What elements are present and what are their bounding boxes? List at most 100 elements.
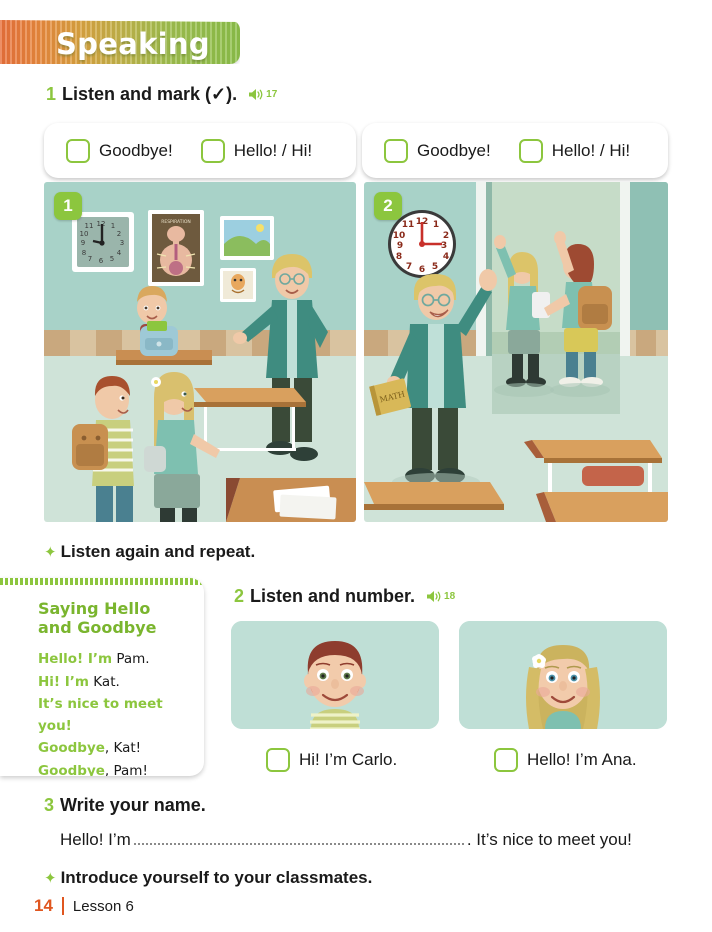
checkbox-goodbye-1[interactable] bbox=[66, 138, 90, 163]
exercise-2-instruction: Listen and number. bbox=[250, 586, 416, 606]
illustration-panel-2: 12 3 6 9 11 1 2 4 5 7 8 10 bbox=[364, 182, 668, 522]
answer-card-panel-2: Goodbye! Hello! / Hi! bbox=[362, 123, 668, 178]
checkbox-group-goodbye-1[interactable]: Goodbye! bbox=[66, 138, 173, 163]
svg-text:10: 10 bbox=[80, 230, 89, 238]
svg-text:10: 10 bbox=[393, 231, 406, 241]
page-title: Speaking bbox=[56, 27, 210, 61]
exercise-1-instruction: Listen and mark (✓). bbox=[62, 84, 238, 104]
speaker-icon bbox=[249, 89, 263, 100]
svg-text:3: 3 bbox=[120, 239, 124, 247]
write-suffix: . It’s nice to meet you! bbox=[466, 830, 632, 849]
svg-text:4: 4 bbox=[117, 249, 122, 257]
page-header-banner: Speaking bbox=[0, 20, 240, 64]
speaker-icon bbox=[427, 591, 441, 602]
checkbox-label-goodbye-2: Goodbye! bbox=[417, 140, 491, 160]
sidebar-phrase-5-green: Goodbye bbox=[38, 762, 105, 776]
exercise-1-heading: 1 Listen and mark (✓). 17 bbox=[46, 84, 277, 105]
svg-text:8: 8 bbox=[82, 249, 86, 257]
page-footer: 14 Lesson 6 bbox=[34, 896, 134, 916]
checkbox-label-carlo: Hi! I’m Carlo. bbox=[299, 750, 398, 769]
checkbox-group-goodbye-2[interactable]: Goodbye! bbox=[384, 138, 491, 163]
portrait-card-carlo bbox=[231, 621, 439, 729]
checkbox-carlo[interactable] bbox=[266, 748, 290, 772]
svg-text:11: 11 bbox=[402, 220, 415, 230]
footer-divider bbox=[61, 897, 64, 915]
svg-text:RESPIRATION: RESPIRATION bbox=[161, 219, 191, 225]
closing-instruction-text: Introduce yourself to your classmates. bbox=[60, 868, 373, 887]
sidebar-phrase-2: Hi! I’m Kat. bbox=[38, 671, 186, 693]
svg-text:5: 5 bbox=[110, 255, 114, 263]
exercise-3-instruction: Write your name. bbox=[60, 795, 206, 815]
svg-text:2: 2 bbox=[443, 231, 449, 241]
exercise-3-heading: 3 Write your name. bbox=[44, 795, 206, 816]
listen-again-instruction: ✦ Listen again and repeat. bbox=[44, 542, 255, 562]
panel-2-scene: 12 3 6 9 11 1 2 4 5 7 8 10 bbox=[364, 182, 668, 522]
exercise-1-number: 1 bbox=[46, 84, 57, 104]
audio-track-number: 18 bbox=[444, 591, 456, 602]
carlo-portrait bbox=[231, 621, 439, 729]
svg-text:6: 6 bbox=[99, 257, 104, 265]
sidebar-phrase-5: Goodbye, Pam! bbox=[38, 760, 186, 776]
sidebar-phrase-4-green: Goodbye bbox=[38, 740, 105, 757]
page-number: 14 bbox=[34, 896, 53, 915]
checkbox-label-hello-1: Hello! / Hi! bbox=[233, 140, 313, 160]
panel-1-scene: 12 3 6 9 11 1 2 4 5 7 8 10 RESPIRATION bbox=[44, 182, 356, 522]
checkbox-hello-1[interactable] bbox=[200, 138, 225, 163]
svg-text:3: 3 bbox=[441, 241, 447, 251]
svg-text:1: 1 bbox=[433, 220, 439, 230]
svg-text:9: 9 bbox=[397, 241, 403, 251]
panel-2-badge: 2 bbox=[374, 192, 402, 220]
portrait-card-ana bbox=[459, 621, 667, 729]
checkbox-label-goodbye-1: Goodbye! bbox=[99, 140, 173, 160]
star-bullet-icon: ✦ bbox=[44, 543, 57, 561]
svg-text:11: 11 bbox=[85, 222, 94, 230]
audio-cue-17[interactable]: 17 bbox=[248, 87, 277, 102]
sidebar-top-stripe bbox=[0, 578, 204, 585]
sidebar-phrase-1: Hello! I’m Pam. bbox=[38, 648, 186, 670]
svg-text:4: 4 bbox=[443, 252, 449, 262]
ana-portrait bbox=[459, 621, 667, 729]
sidebar-phrase-1-green: Hello! I’m bbox=[38, 651, 113, 668]
sidebar-phrase-2-black: Kat. bbox=[89, 673, 120, 690]
sidebar-phrase-2-green: Hi! I’m bbox=[38, 673, 90, 690]
sidebar-phrase-5-black: , Pam! bbox=[104, 762, 148, 776]
closing-instruction: ✦ Introduce yourself to your classmates. bbox=[44, 868, 372, 888]
checkbox-group-hello-1[interactable]: Hello! / Hi! bbox=[200, 138, 313, 163]
exercise-2-number: 2 bbox=[234, 586, 245, 606]
sidebar-title: Saying Hello and Goodbye bbox=[38, 599, 157, 638]
illustration-panel-1: 12 3 6 9 11 1 2 4 5 7 8 10 RESPIRATION bbox=[44, 182, 356, 522]
svg-text:8: 8 bbox=[396, 252, 402, 262]
language-reference-box: Saying Hello and Goodbye Hello! I’m Pam.… bbox=[0, 578, 204, 776]
star-bullet-icon: ✦ bbox=[44, 869, 57, 887]
write-your-name-row: Hello! I’m . It’s nice to meet you! bbox=[60, 830, 680, 850]
answer-row-ana[interactable]: Hello! I’m Ana. bbox=[494, 748, 637, 772]
svg-text:1: 1 bbox=[111, 222, 115, 230]
checkbox-group-hello-2[interactable]: Hello! / Hi! bbox=[518, 138, 631, 163]
answer-row-carlo[interactable]: Hi! I’m Carlo. bbox=[266, 748, 397, 772]
sidebar-phrase-3: It’s nice to meet you! bbox=[38, 693, 186, 738]
exercise-3-number: 3 bbox=[44, 795, 55, 815]
write-prefix: Hello! I’m bbox=[60, 830, 131, 849]
svg-text:7: 7 bbox=[88, 255, 92, 263]
sidebar-phrase-4: Goodbye, Kat! bbox=[38, 737, 186, 759]
lesson-label: Lesson 6 bbox=[72, 897, 134, 915]
checkbox-label-ana: Hello! I’m Ana. bbox=[527, 750, 637, 769]
exercise-2-heading: 2 Listen and number. 18 bbox=[234, 586, 455, 607]
sidebar-phrase-4-black: , Kat! bbox=[104, 740, 142, 757]
svg-text:6: 6 bbox=[419, 265, 425, 275]
audio-track-number: 17 bbox=[266, 89, 278, 100]
checkbox-ana[interactable] bbox=[494, 748, 518, 772]
panel-1-badge: 1 bbox=[54, 192, 82, 220]
sidebar-phrase-1-black: Pam. bbox=[112, 651, 150, 668]
svg-text:5: 5 bbox=[432, 262, 438, 272]
listen-again-text: Listen again and repeat. bbox=[60, 542, 256, 561]
checkbox-hello-2[interactable] bbox=[518, 138, 543, 163]
name-blank-input[interactable] bbox=[133, 843, 464, 845]
svg-text:2: 2 bbox=[117, 230, 121, 238]
svg-text:9: 9 bbox=[81, 239, 85, 247]
sidebar-phrase-3-green: It’s nice to meet you! bbox=[38, 695, 163, 735]
checkbox-goodbye-2[interactable] bbox=[384, 138, 408, 163]
audio-cue-18[interactable]: 18 bbox=[426, 589, 455, 604]
checkbox-label-hello-2: Hello! / Hi! bbox=[551, 140, 631, 160]
answer-card-panel-1: Goodbye! Hello! / Hi! bbox=[44, 123, 356, 178]
